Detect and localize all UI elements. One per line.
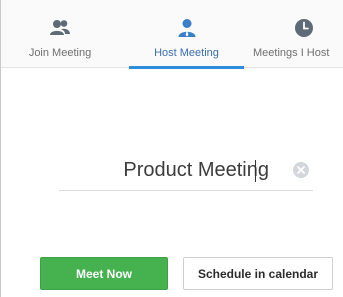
tab-join-meeting[interactable]: Join Meeting bbox=[1, 0, 119, 68]
clear-icon[interactable] bbox=[292, 161, 310, 179]
schedule-label: Schedule in calendar bbox=[197, 266, 319, 281]
people-icon bbox=[50, 20, 70, 35]
meeting-topic-field bbox=[59, 152, 313, 191]
meeting-topic-input[interactable] bbox=[59, 152, 277, 188]
meet-now-button[interactable]: Meet Now bbox=[40, 257, 168, 290]
schedule-in-calendar-button[interactable]: Schedule in calendar bbox=[183, 257, 333, 290]
meet-now-label: Meet Now bbox=[75, 266, 132, 281]
tab-join-label: Join Meeting bbox=[28, 47, 92, 59]
clock-icon bbox=[295, 19, 313, 37]
tab-bar: Join Meeting Host Meeting Meetings I Hos… bbox=[1, 0, 343, 69]
host-meeting-panel: Join Meeting Host Meeting Meetings I Hos… bbox=[0, 0, 343, 297]
tab-host-meeting[interactable]: Host Meeting bbox=[129, 0, 244, 69]
tab-meetings-label: Meetings I Host bbox=[253, 47, 330, 59]
tab-meetings-i-host[interactable]: Meetings I Host bbox=[251, 0, 343, 68]
tab-host-label: Host Meeting bbox=[154, 47, 219, 59]
text-caret bbox=[255, 160, 256, 182]
person-icon bbox=[178, 19, 195, 37]
